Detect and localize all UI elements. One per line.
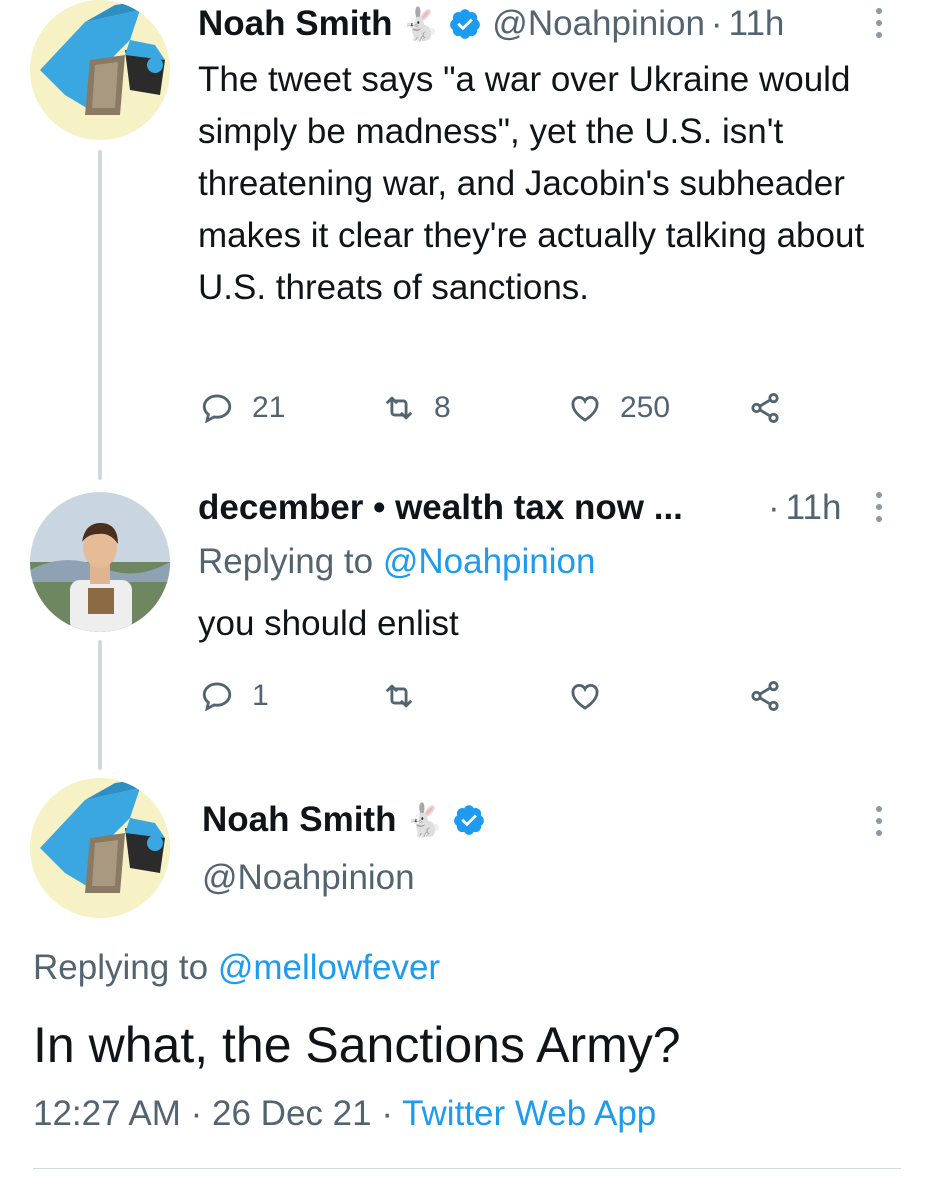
replying-to-link[interactable]: @mellowfever xyxy=(218,948,440,987)
share-icon xyxy=(751,392,779,424)
share-button[interactable] xyxy=(748,674,782,718)
replying-to: Replying to @Noahpinion xyxy=(198,542,595,582)
like-button[interactable]: 250 xyxy=(568,386,670,430)
thread-line xyxy=(98,150,102,480)
reply-button[interactable]: 1 xyxy=(200,674,269,718)
retweet-button[interactable]: 8 xyxy=(382,386,451,430)
main-tweet-text: In what, the Sanctions Army? xyxy=(33,1017,681,1073)
retweet-icon xyxy=(386,396,412,420)
replying-to-link[interactable]: @Noahpinion xyxy=(383,542,596,581)
tweet-actions: 21 8 250 xyxy=(200,386,800,430)
rabbit-emoji: 🐇 xyxy=(400,6,441,42)
author-name[interactable]: Noah Smith xyxy=(198,4,392,44)
avatar[interactable] xyxy=(30,778,170,918)
author-name[interactable]: december • wealth tax now ... xyxy=(198,488,738,528)
heart-icon xyxy=(571,396,599,422)
tweet-meta: 12:27 AM · 26 Dec 21 · Twitter Web App xyxy=(33,1094,656,1134)
author-name[interactable]: Noah Smith xyxy=(202,800,396,840)
author-handle[interactable]: @Noahpinion xyxy=(492,4,705,44)
rabbit-emoji: 🐇 xyxy=(404,802,445,838)
tweet-source[interactable]: Twitter Web App xyxy=(402,1094,656,1133)
reply-icon xyxy=(202,682,232,712)
replying-prefix: Replying to xyxy=(198,542,383,581)
more-options-icon[interactable] xyxy=(874,8,884,38)
separator: · xyxy=(768,488,780,527)
heart-icon xyxy=(571,684,599,710)
tweet-header: december • wealth tax now ... · 11h xyxy=(198,488,841,528)
separator: · xyxy=(710,4,723,43)
tweet-time[interactable]: 11h xyxy=(729,4,785,44)
tweet-text: you should enlist xyxy=(198,604,459,643)
share-button[interactable] xyxy=(748,386,782,430)
like-button[interactable] xyxy=(568,674,602,718)
more-options-icon[interactable] xyxy=(874,806,884,836)
tweet-text: The tweet says "a war over Ukraine would… xyxy=(198,60,865,307)
separator: · xyxy=(190,1094,203,1133)
divider xyxy=(33,1168,901,1169)
avatar[interactable] xyxy=(30,0,170,140)
reply-count: 1 xyxy=(252,679,269,712)
avatar[interactable] xyxy=(30,492,170,632)
author-handle[interactable]: @Noahpinion xyxy=(202,858,415,898)
tweet-time[interactable]: 12:27 AM xyxy=(33,1094,181,1133)
retweet-count: 8 xyxy=(434,391,451,424)
retweet-button[interactable] xyxy=(382,674,416,718)
verified-badge-icon xyxy=(454,805,485,835)
tweet-date[interactable]: 26 Dec 21 xyxy=(212,1094,372,1133)
retweet-icon xyxy=(386,684,412,708)
thread-line xyxy=(98,640,102,770)
tweet-time[interactable]: 11h xyxy=(786,488,842,528)
reply-count: 21 xyxy=(252,391,286,424)
replying-to: Replying to @mellowfever xyxy=(33,948,440,988)
main-tweet-header: Noah Smith 🐇 xyxy=(202,800,486,840)
replying-prefix: Replying to xyxy=(33,948,218,987)
share-icon xyxy=(751,680,779,712)
tweet-header: Noah Smith 🐇 @Noahpinion · 11h xyxy=(198,4,784,44)
reply-button[interactable]: 21 xyxy=(200,386,285,430)
like-count: 250 xyxy=(620,391,671,424)
tweet-actions: 1 xyxy=(200,674,800,718)
verified-badge-icon xyxy=(450,9,481,39)
more-options-icon[interactable] xyxy=(874,492,884,522)
separator: · xyxy=(381,1094,393,1133)
reply-icon xyxy=(202,394,232,424)
